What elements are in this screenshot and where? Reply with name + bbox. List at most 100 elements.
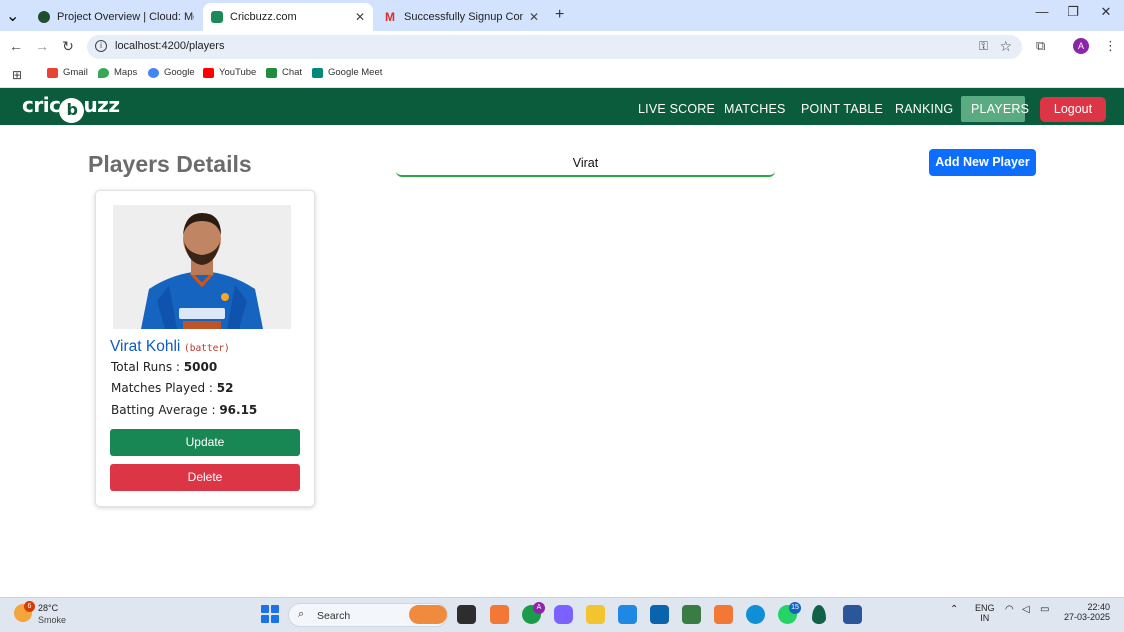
language-indicator[interactable]: ENG IN (975, 603, 995, 623)
tab-title: Project Overview | Cloud: Mong (57, 11, 194, 23)
mongodb-compass-icon[interactable] (812, 605, 826, 624)
language-code: ENG (975, 603, 995, 613)
widget-promo-icon[interactable] (409, 605, 447, 624)
new-tab-icon[interactable]: + (555, 6, 564, 24)
tab-project-overview[interactable]: Project Overview | Cloud: Mong (30, 3, 202, 31)
add-new-player-button[interactable]: Add New Player (929, 149, 1036, 176)
tab-title: Cricbuzz.com (230, 11, 297, 23)
bookmark-google-meet[interactable]: Google Meet (312, 67, 382, 78)
password-key-icon[interactable]: ⚿ (979, 39, 988, 54)
vscode-icon[interactable] (618, 605, 637, 624)
bookmark-gmail[interactable]: Gmail (47, 67, 88, 78)
bookmark-label: Google Meet (328, 67, 383, 78)
extensions-icon[interactable]: ⧉ (1036, 38, 1045, 54)
back-arrow-icon[interactable]: ← (7, 38, 25, 54)
edge-icon[interactable] (746, 605, 765, 624)
tab-cricbuzz[interactable]: Cricbuzz.com ✕ (203, 3, 373, 31)
weather-alert-badge: 6 (24, 601, 35, 612)
nav-live-score[interactable]: LIVE SCORE (638, 102, 715, 116)
player-photo (113, 205, 291, 329)
battery-icon[interactable]: ▭ (1040, 604, 1049, 615)
clock-date: 27-03-2025 (1063, 612, 1110, 622)
gmail-icon (47, 67, 58, 78)
chrome-profile-badge: A (533, 602, 545, 614)
nav-players[interactable]: PLAYERS (971, 102, 1029, 116)
stat-label: Matches Played : (111, 381, 217, 395)
profile-avatar[interactable]: A (1073, 38, 1089, 54)
clock-time: 22:40 (1087, 602, 1110, 612)
tab-search-icon[interactable]: ⌄ (6, 6, 19, 26)
logout-button[interactable]: Logout (1040, 97, 1106, 122)
stat-value: 5000 (183, 360, 218, 374)
matches-played-stat: Matches Played : 52 (111, 381, 233, 395)
site-navbar (0, 88, 1124, 125)
maps-pin-icon (98, 67, 109, 78)
bookmark-label: Google (164, 67, 195, 78)
cricbuzz-favicon-icon (211, 11, 223, 23)
nav-matches[interactable]: MATCHES (724, 102, 786, 116)
gmail-icon: M (385, 10, 395, 24)
game-app-icon[interactable] (682, 605, 701, 624)
apps-grid-icon[interactable]: ⊞ (12, 68, 22, 82)
google-icon (148, 67, 159, 78)
close-tab-icon[interactable]: ✕ (355, 10, 365, 24)
tab-title: Successfully Signup Confirmatio (404, 11, 523, 23)
taskbar-search-label: Search (317, 610, 351, 622)
batting-average-stat: Batting Average : 96.15 (111, 403, 257, 417)
wifi-icon[interactable]: ◠ (1005, 604, 1014, 615)
logo-text-suffix: uzz (83, 93, 120, 117)
close-tab-icon[interactable]: ✕ (529, 10, 539, 24)
bookmark-label: Maps (114, 67, 138, 78)
bookmark-youtube[interactable]: YouTube (203, 67, 256, 78)
total-runs-stat: Total Runs : 5000 (111, 360, 217, 374)
stat-value: 96.15 (219, 403, 258, 417)
windows-start-icon[interactable] (261, 605, 279, 623)
chat-icon (266, 67, 277, 78)
volume-icon[interactable]: ◁ (1022, 604, 1030, 615)
bookmark-star-icon[interactable]: ☆ (999, 38, 1012, 55)
stat-label: Total Runs : (111, 360, 184, 374)
reload-icon[interactable]: ↻ (59, 38, 77, 55)
copilot-icon[interactable] (554, 605, 573, 624)
weather-temperature[interactable]: 28°C (38, 603, 58, 613)
player-search-input[interactable] (396, 150, 775, 177)
update-button[interactable]: Update (110, 429, 300, 456)
player-role: (batter) (184, 343, 230, 354)
kebab-menu-icon[interactable]: ⋮ (1104, 38, 1117, 54)
restore-icon[interactable]: ❐ (1058, 4, 1088, 20)
weather-condition[interactable]: Smoke (38, 615, 66, 625)
stat-value: 52 (216, 381, 234, 395)
close-window-icon[interactable]: ✕ (1091, 4, 1121, 20)
nav-point-table[interactable]: POINT TABLE (801, 102, 883, 116)
xampp-control-icon[interactable] (714, 605, 733, 624)
player-portrait-image (113, 205, 291, 329)
tab-signup-confirmation[interactable]: M Successfully Signup Confirmatio ✕ (377, 3, 547, 31)
bookmark-google[interactable]: Google (148, 67, 195, 78)
system-clock[interactable]: 22:40 27-03-2025 (1060, 602, 1110, 622)
bookmark-maps[interactable]: Maps (98, 67, 137, 78)
logo-text-prefix: cric (22, 93, 61, 117)
screen: ⌄ Project Overview | Cloud: Mong Cricbuz… (0, 0, 1124, 632)
word-icon[interactable] (843, 605, 862, 624)
player-name: Virat Kohli (110, 338, 181, 355)
tray-chevron-icon[interactable]: ⌃ (950, 604, 958, 615)
forward-arrow-icon[interactable]: → (33, 38, 51, 54)
bookmark-label: YouTube (219, 67, 257, 78)
cricket-ball-icon: b (59, 98, 85, 123)
xampp-icon[interactable] (490, 605, 509, 624)
nav-ranking[interactable]: RANKING (895, 102, 953, 116)
mongodb-leaf-icon (38, 11, 50, 23)
cricbuzz-logo[interactable]: cric b uzz (22, 93, 120, 123)
minimize-icon[interactable]: — (1027, 4, 1057, 19)
bookmark-chat[interactable]: Chat (266, 67, 302, 78)
task-view-icon[interactable] (457, 605, 476, 624)
site-info-icon[interactable]: i (95, 40, 107, 52)
address-bar[interactable]: i localhost:4200/players ⚿ ☆ (87, 35, 1022, 59)
delete-button[interactable]: Delete (110, 464, 300, 491)
outlook-icon[interactable] (650, 605, 669, 624)
file-explorer-icon[interactable] (586, 605, 605, 624)
url-text[interactable]: localhost:4200/players (115, 40, 224, 52)
stat-label: Batting Average : (111, 403, 220, 417)
whatsapp-unread-badge: 15 (789, 602, 801, 614)
bookmark-label: Gmail (63, 67, 88, 78)
